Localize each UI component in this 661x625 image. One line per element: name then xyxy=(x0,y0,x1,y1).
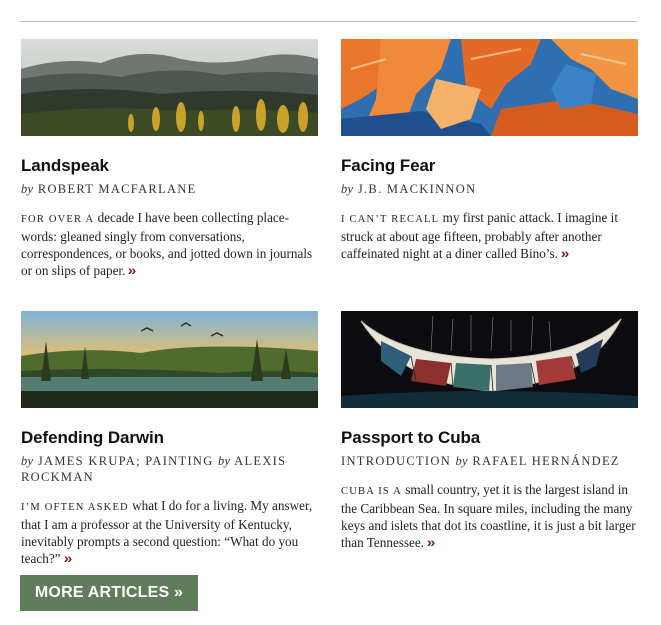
read-more-arrow-icon[interactable]: » xyxy=(63,550,71,567)
article-title[interactable]: Facing Fear xyxy=(341,156,638,176)
article-card-landspeak: Landspeak by ROBERT MACFARLANE FOR OVER … xyxy=(21,39,318,279)
top-divider xyxy=(20,21,637,22)
article-thumbnail[interactable] xyxy=(21,39,318,136)
by-word: by xyxy=(455,454,468,468)
article-title[interactable]: Landspeak xyxy=(21,156,318,176)
excerpt-lead: I’M OFTEN ASKED xyxy=(21,502,129,513)
article-byline: INTRODUCTION by RAFAEL HERNÁNDEZ xyxy=(341,453,638,469)
byline-prefix: INTRODUCTION xyxy=(341,454,452,468)
read-more-arrow-icon[interactable]: » xyxy=(427,534,435,551)
author-name[interactable]: RAFAEL HERNÁNDEZ xyxy=(472,454,620,468)
article-card-defending-darwin: Defending Darwin by JAMES KRUPA; PAINTIN… xyxy=(21,311,318,567)
by-word: by xyxy=(21,454,34,468)
stained-glass-boat-illustration-icon xyxy=(341,311,638,408)
read-more-arrow-icon[interactable]: » xyxy=(561,245,569,262)
article-title[interactable]: Passport to Cuba xyxy=(341,428,638,448)
by-word: by xyxy=(341,182,354,196)
excerpt-lead: FOR OVER A xyxy=(21,214,95,225)
by-word: by xyxy=(21,182,34,196)
more-articles-button[interactable]: MORE ARTICLES » xyxy=(20,575,198,611)
article-card-facing-fear: Facing Fear by J.B. MACKINNON I CAN’T RE… xyxy=(341,39,638,262)
article-card-passport-to-cuba: Passport to Cuba INTRODUCTION by RAFAEL … xyxy=(341,311,638,551)
excerpt-lead: CUBA IS A xyxy=(341,486,402,497)
read-more-arrow-icon[interactable]: » xyxy=(128,262,136,279)
article-excerpt: I CAN’T RECALL my first panic attack. I … xyxy=(341,209,638,262)
article-byline: by J.B. MACKINNON xyxy=(341,181,638,197)
article-byline: by JAMES KRUPA; PAINTING by ALEXIS ROCKM… xyxy=(21,453,318,485)
author-name[interactable]: J.B. MACKINNON xyxy=(358,182,477,196)
article-excerpt: I’M OFTEN ASKED what I do for a living. … xyxy=(21,497,318,567)
excerpt-lead: I CAN’T RECALL xyxy=(341,214,440,225)
article-byline: by ROBERT MACFARLANE xyxy=(21,181,318,197)
article-excerpt: CUBA IS A small country, yet it is the l… xyxy=(341,481,638,551)
article-title[interactable]: Defending Darwin xyxy=(21,428,318,448)
author-name[interactable]: ROBERT MACFARLANE xyxy=(38,182,197,196)
by-word: by xyxy=(218,454,231,468)
article-thumbnail[interactable] xyxy=(341,39,638,136)
article-thumbnail[interactable] xyxy=(341,311,638,408)
article-excerpt: FOR OVER A decade I have been collecting… xyxy=(21,209,318,279)
mountain-landscape-photo-icon xyxy=(21,39,318,136)
abstract-canyon-painting-icon xyxy=(341,39,638,136)
prehistoric-swamp-painting-icon xyxy=(21,311,318,408)
article-thumbnail[interactable] xyxy=(21,311,318,408)
author-name[interactable]: JAMES KRUPA; PAINTING xyxy=(38,454,214,468)
